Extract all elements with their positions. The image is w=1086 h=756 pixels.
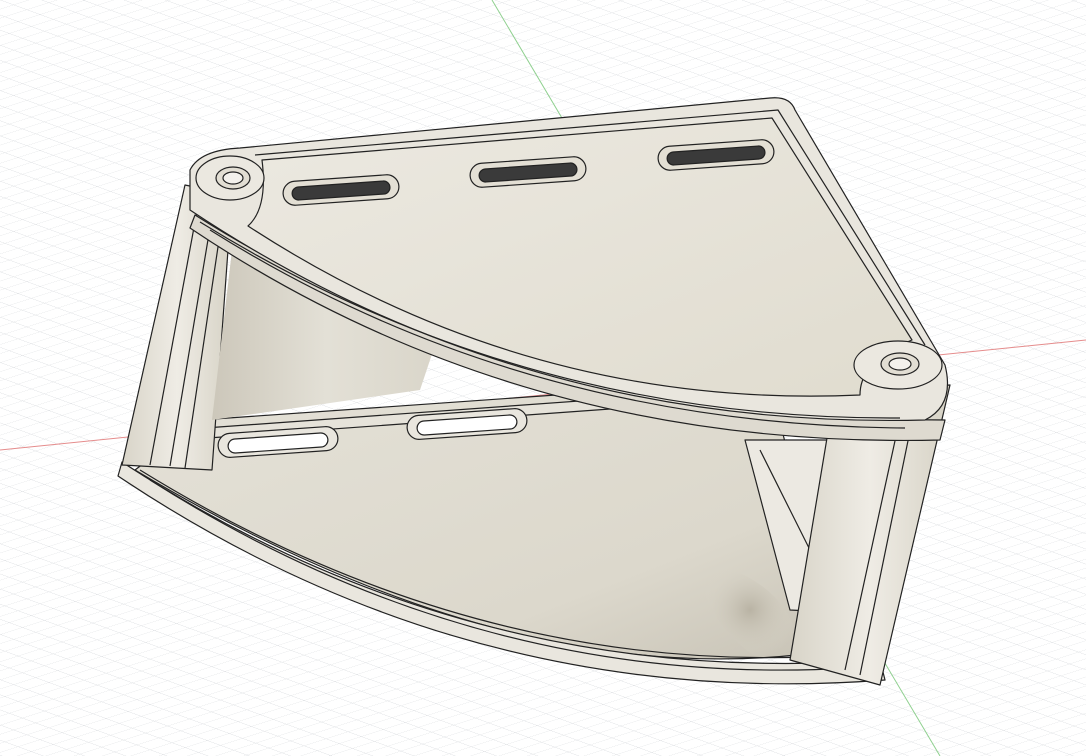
viewport-canvas[interactable] — [0, 0, 1086, 756]
right-mounting-hole — [853, 340, 943, 390]
left-mounting-hole — [195, 155, 265, 201]
3d-viewport[interactable] — [0, 0, 1086, 756]
